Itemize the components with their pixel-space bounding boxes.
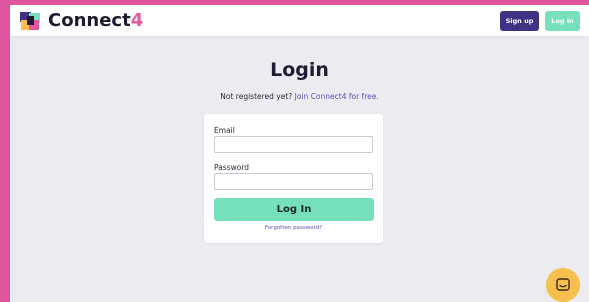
chat-widget-button[interactable]: [546, 268, 580, 302]
brand-text: Connect: [48, 10, 131, 31]
login-submit-button[interactable]: Log In: [214, 198, 374, 221]
password-label: Password: [214, 163, 250, 172]
signup-button[interactable]: Sign up: [500, 11, 539, 31]
top-navbar: Connect4 Sign up Log in: [10, 5, 589, 36]
chat-widget-icon: [556, 278, 570, 291]
register-prompt: Not registered yet? Join Connect4 for fr…: [10, 92, 589, 101]
email-label: Email: [214, 126, 235, 135]
app-frame: Connect4 Sign up Log in Login Not regist…: [10, 5, 589, 302]
header-login-button[interactable]: Log in: [545, 11, 580, 31]
join-link[interactable]: Join Connect4 for free.: [295, 92, 379, 101]
brand-name[interactable]: Connect4: [48, 10, 143, 32]
register-prompt-text: Not registered yet?: [220, 92, 293, 101]
brand-suffix: 4: [130, 10, 144, 31]
connect4-logo-icon[interactable]: [19, 11, 41, 31]
login-card: Email Password Log In Forgotten password…: [204, 114, 383, 243]
password-field[interactable]: [214, 173, 373, 190]
forgot-password-link[interactable]: Forgotten password?: [204, 225, 383, 231]
page-title: Login: [270, 59, 329, 81]
email-field[interactable]: [214, 136, 373, 153]
